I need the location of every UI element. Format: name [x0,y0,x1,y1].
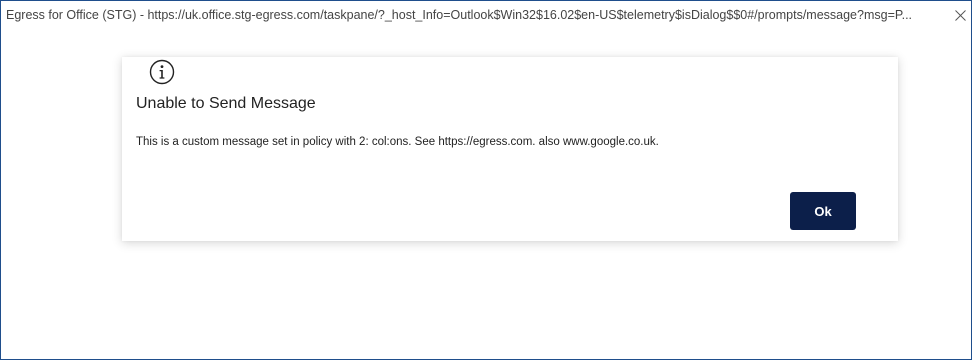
window-titlebar: Egress for Office (STG) - https://uk.off… [1,1,971,31]
close-button[interactable] [949,5,971,27]
dialog-message: This is a custom message set in policy w… [136,136,659,148]
ok-button[interactable]: Ok [790,192,856,230]
window-content: Unable to Send Message This is a custom … [1,31,971,359]
message-dialog: Unable to Send Message This is a custom … [122,57,898,241]
dialog-title: Unable to Send Message [136,95,316,112]
info-icon [149,59,175,85]
dialog-window: Egress for Office (STG) - https://uk.off… [0,0,972,360]
close-icon [954,10,966,21]
window-title: Egress for Office (STG) - https://uk.off… [6,8,913,22]
